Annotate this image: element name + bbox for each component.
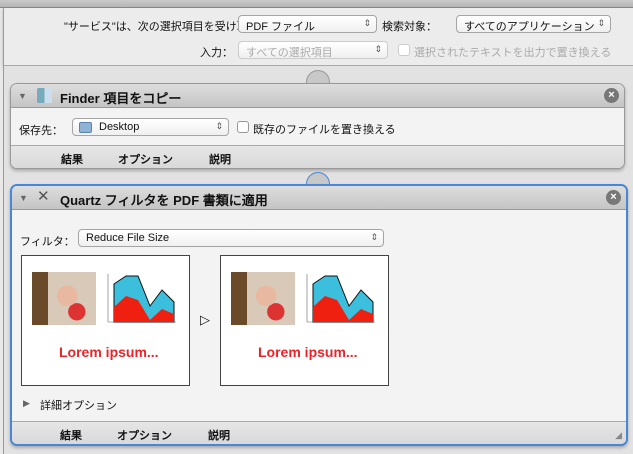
search-target-label: 検索対象： (382, 21, 437, 33)
action-header: ▼ Finder 項目をコピー × (11, 84, 624, 108)
folder-icon (79, 122, 92, 133)
replace-existing-checkbox[interactable] (237, 121, 249, 133)
arrow-right-icon: ▷ (200, 312, 210, 327)
action-header: ▼ ✕ Quartz フィルタを PDF 書類に適用 × (12, 186, 626, 210)
sample-photo (231, 272, 295, 325)
preview-text: Lorem ipsum... (59, 344, 159, 360)
filter-select[interactable]: Reduce File Size (78, 229, 384, 247)
sample-photo (32, 272, 96, 325)
replace-existing-label: 既存のファイルを置き換える (253, 124, 396, 136)
action-footer-tabs: 結果 オプション 説明 (11, 145, 624, 168)
input-select[interactable]: すべての選択項目 (238, 41, 388, 59)
action-title: Quartz フィルタを PDF 書類に適用 (60, 193, 268, 208)
action-footer-tabs: 結果 オプション 説明 ◢ (12, 421, 626, 444)
tools-icon: ✕ (37, 188, 50, 205)
replace-text-label: 選択されたテキストを出力で置き換える (414, 47, 612, 59)
filter-label: フィルタ： (20, 236, 75, 248)
preview-text: Lorem ipsum... (258, 344, 358, 360)
advanced-disclosure-icon[interactable]: ▶ (23, 398, 30, 409)
tab-results[interactable]: 結果 (61, 151, 83, 167)
tab-description[interactable]: 説明 (208, 427, 230, 443)
receives-select[interactable]: PDF ファイル (238, 15, 377, 33)
toolbar-strip (0, 0, 633, 8)
preview-before: Lorem ipsum... (21, 255, 190, 386)
close-icon[interactable]: × (606, 190, 621, 205)
destination-label: 保存先： (19, 125, 63, 137)
advanced-options-label[interactable]: 詳細オプション (40, 397, 117, 413)
action-title: Finder 項目をコピー (60, 91, 182, 106)
preview-after: Lorem ipsum... (220, 255, 389, 386)
tab-options[interactable]: オプション (117, 427, 172, 443)
replace-text-checkbox[interactable] (398, 44, 410, 56)
sample-area-chart (107, 274, 176, 323)
destination-select[interactable]: Desktop (72, 118, 229, 136)
input-label: 入力： (200, 47, 233, 59)
resize-handle-icon[interactable]: ◢ (615, 430, 622, 441)
tab-results[interactable]: 結果 (60, 427, 82, 443)
sample-area-chart (306, 274, 375, 323)
finder-icon (37, 88, 52, 103)
action-finder-copy: ▼ Finder 項目をコピー × 保存先： Desktop 既存のファイルを置… (10, 83, 625, 169)
destination-value: Desktop (99, 121, 140, 133)
disclosure-triangle-icon[interactable]: ▼ (18, 91, 27, 101)
disclosure-triangle-icon[interactable]: ▼ (19, 193, 28, 203)
search-target-select[interactable]: すべてのアプリケーション (456, 15, 611, 33)
action-quartz-filter: ▼ ✕ Quartz フィルタを PDF 書類に適用 × フィルタ： Reduc… (10, 184, 628, 446)
tab-options[interactable]: オプション (118, 151, 173, 167)
close-icon[interactable]: × (604, 88, 619, 103)
tab-description[interactable]: 説明 (209, 151, 231, 167)
